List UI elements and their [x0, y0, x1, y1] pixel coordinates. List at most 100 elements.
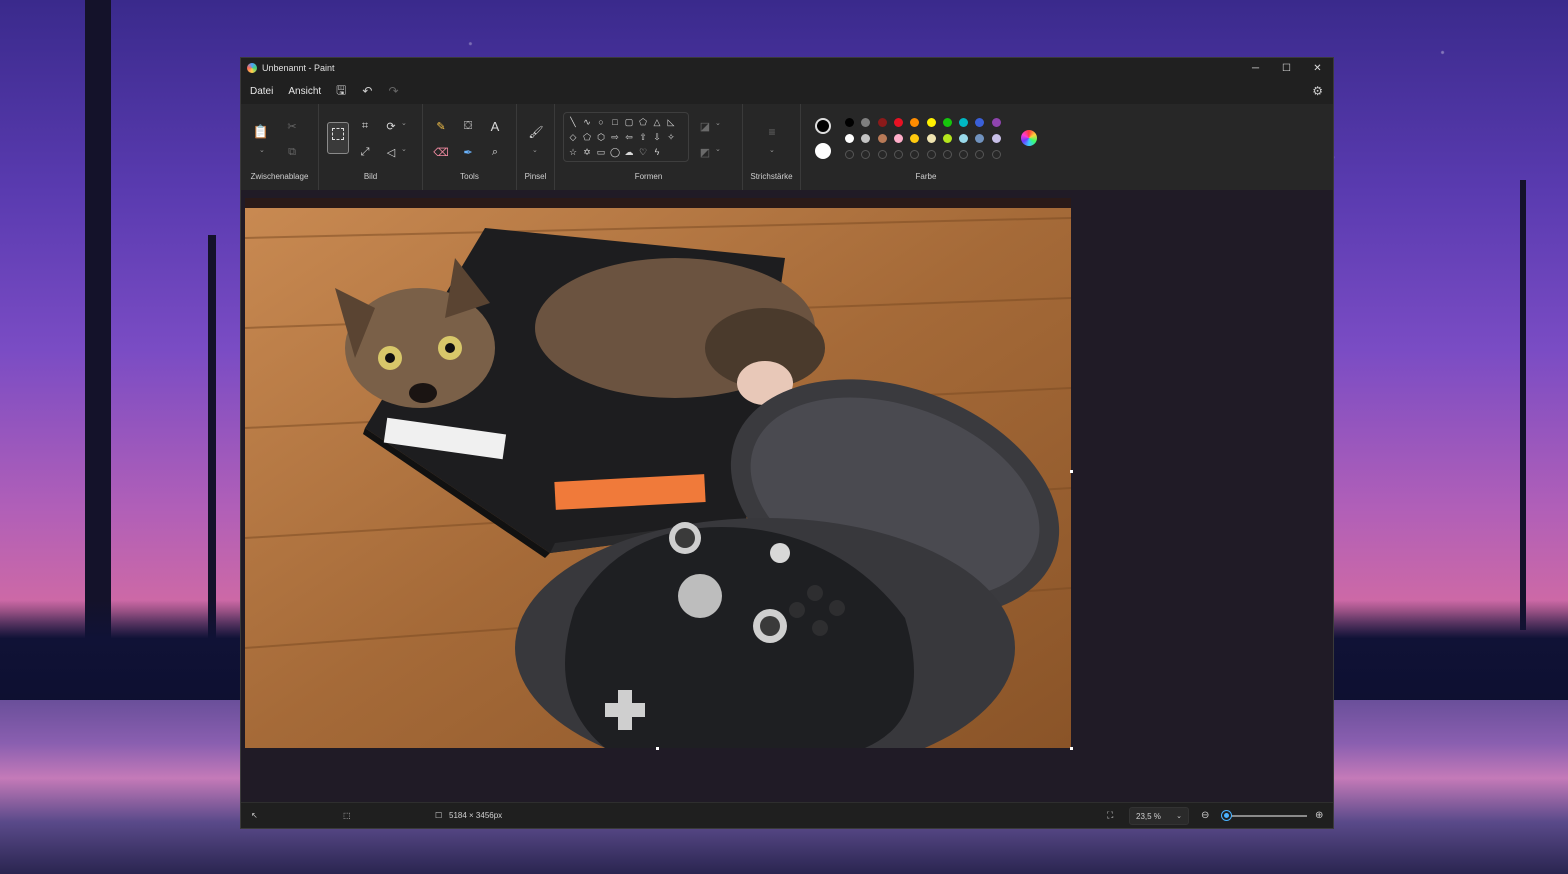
flip-chevron-icon[interactable]: ⌄: [401, 145, 407, 153]
resize-handle-bottom[interactable]: [656, 747, 659, 750]
settings-icon[interactable]: ⚙: [1312, 84, 1323, 98]
color-swatch[interactable]: [861, 134, 871, 143]
custom-color-slot[interactable]: [845, 150, 854, 159]
brush-icon[interactable]: 🖌: [528, 124, 544, 140]
color-swatch[interactable]: [942, 118, 952, 127]
maximize-button[interactable]: ☐: [1271, 58, 1302, 78]
color-swatch[interactable]: [910, 134, 920, 143]
menu-file[interactable]: Datei: [250, 86, 273, 97]
shape-diamond-icon[interactable]: ◇: [566, 132, 580, 143]
shape-rounded-rect-icon[interactable]: ▢: [622, 117, 636, 128]
color-swatch[interactable]: [845, 118, 854, 127]
redo-icon[interactable]: ↷: [388, 84, 398, 98]
shape-star6-icon[interactable]: ✡: [580, 147, 594, 158]
minimize-button[interactable]: ─: [1240, 58, 1271, 78]
custom-color-slot[interactable]: [975, 150, 985, 159]
shape-pentagon-icon[interactable]: ⬠: [580, 132, 594, 143]
shape-outline-icon[interactable]: ◪: [697, 118, 713, 134]
shape-fill-icon[interactable]: ◩: [697, 144, 713, 160]
stroke-size-icon[interactable]: ≡: [764, 124, 780, 140]
custom-color-slot[interactable]: [893, 150, 903, 159]
custom-color-slot[interactable]: [861, 150, 871, 159]
brush-chevron-icon[interactable]: ⌄: [532, 146, 538, 154]
custom-color-slot[interactable]: [991, 150, 1001, 159]
save-icon[interactable]: 🖫: [336, 81, 346, 102]
zoom-in-icon[interactable]: ⊕: [1315, 810, 1323, 821]
shape-arrow-left-icon[interactable]: ⇦: [622, 132, 636, 143]
rotate-icon[interactable]: ⟳: [383, 118, 399, 134]
color-swatch[interactable]: [959, 118, 969, 127]
custom-color-slot[interactable]: [926, 150, 936, 159]
magnifier-icon[interactable]: ⌕: [487, 144, 503, 160]
edit-colors-icon[interactable]: [1021, 130, 1037, 146]
stroke-chevron-icon[interactable]: ⌄: [769, 146, 775, 154]
resize-handle-corner[interactable]: [1070, 747, 1073, 750]
paste-chevron-icon[interactable]: ⌄: [259, 146, 265, 154]
resize-icon[interactable]: ⤢: [357, 144, 373, 160]
shape-fill-chevron-icon[interactable]: ⌄: [715, 145, 721, 153]
shape-arrow-down-icon[interactable]: ⇩: [650, 132, 664, 143]
color-picker-icon[interactable]: ✒: [460, 144, 476, 160]
shape-callout-rect-icon[interactable]: ▭: [594, 147, 608, 158]
resize-handle-right[interactable]: [1070, 470, 1073, 473]
fit-to-window-icon[interactable]: ⛶: [1107, 810, 1113, 821]
shape-heart-icon[interactable]: ♡: [636, 147, 650, 158]
color-swatch[interactable]: [991, 134, 1001, 143]
shape-polygon-icon[interactable]: ⬠: [636, 117, 650, 128]
crop-icon[interactable]: ⌗: [357, 118, 373, 134]
eraser-icon[interactable]: ⌫: [433, 144, 449, 160]
cut-icon[interactable]: ✂: [284, 118, 300, 134]
color-swatch[interactable]: [861, 118, 871, 127]
undo-icon[interactable]: ↶: [362, 84, 372, 98]
primary-color[interactable]: [815, 118, 831, 134]
color-swatch[interactable]: [975, 118, 985, 127]
shape-outline-chevron-icon[interactable]: ⌄: [715, 119, 721, 127]
rotate-chevron-icon[interactable]: ⌄: [401, 119, 407, 127]
shape-oval-icon[interactable]: ○: [594, 117, 608, 127]
custom-color-slot[interactable]: [959, 150, 969, 159]
color-swatch[interactable]: [877, 118, 887, 127]
shape-callout-cloud-icon[interactable]: ☁: [622, 147, 636, 158]
pencil-icon[interactable]: ✎: [433, 118, 449, 134]
text-icon[interactable]: A: [487, 118, 503, 134]
color-swatch[interactable]: [910, 118, 920, 127]
shape-triangle-icon[interactable]: △: [650, 117, 664, 128]
menu-view[interactable]: Ansicht: [288, 86, 321, 97]
shape-callout-oval-icon[interactable]: ◯: [608, 147, 622, 158]
shape-right-triangle-icon[interactable]: ◺: [664, 117, 678, 128]
zoom-select[interactable]: 23,5 % ⌄: [1129, 807, 1189, 825]
shape-lightning-icon[interactable]: ϟ: [650, 147, 664, 157]
color-swatch[interactable]: [926, 134, 936, 143]
color-swatch[interactable]: [959, 134, 969, 143]
color-swatch[interactable]: [893, 118, 903, 127]
shape-star5-icon[interactable]: ☆: [566, 147, 580, 158]
color-swatch[interactable]: [845, 134, 854, 143]
custom-color-slot[interactable]: [877, 150, 887, 159]
shape-hexagon-icon[interactable]: ⬡: [594, 132, 608, 143]
color-swatch[interactable]: [926, 118, 936, 127]
canvas-image[interactable]: [245, 198, 1071, 748]
paste-icon[interactable]: 📋: [253, 124, 269, 140]
flip-icon[interactable]: ◁: [383, 144, 399, 160]
copy-icon[interactable]: ⧉: [284, 144, 300, 160]
shape-arrow-up-icon[interactable]: ⇧: [636, 132, 650, 143]
zoom-slider[interactable]: [1225, 815, 1307, 817]
custom-color-slot[interactable]: [942, 150, 952, 159]
zoom-out-icon[interactable]: ⊖: [1201, 810, 1209, 821]
select-button[interactable]: [327, 122, 349, 154]
secondary-color[interactable]: [815, 143, 831, 159]
color-swatch[interactable]: [893, 134, 903, 143]
custom-color-slot[interactable]: [910, 150, 920, 159]
zoom-slider-thumb[interactable]: [1222, 811, 1231, 820]
shape-curve-icon[interactable]: ∿: [580, 117, 594, 128]
fill-icon[interactable]: ⛋: [460, 118, 476, 134]
canvas-area[interactable]: [241, 190, 1333, 804]
color-swatch[interactable]: [975, 134, 985, 143]
color-swatch[interactable]: [991, 118, 1001, 127]
close-button[interactable]: ✕: [1302, 58, 1333, 78]
shape-line-icon[interactable]: ╲: [566, 117, 580, 128]
shape-arrow-right-icon[interactable]: ⇨: [608, 132, 622, 143]
color-swatch[interactable]: [877, 134, 887, 143]
shape-star4-icon[interactable]: ✧: [664, 132, 678, 143]
shape-rectangle-icon[interactable]: □: [608, 117, 622, 127]
